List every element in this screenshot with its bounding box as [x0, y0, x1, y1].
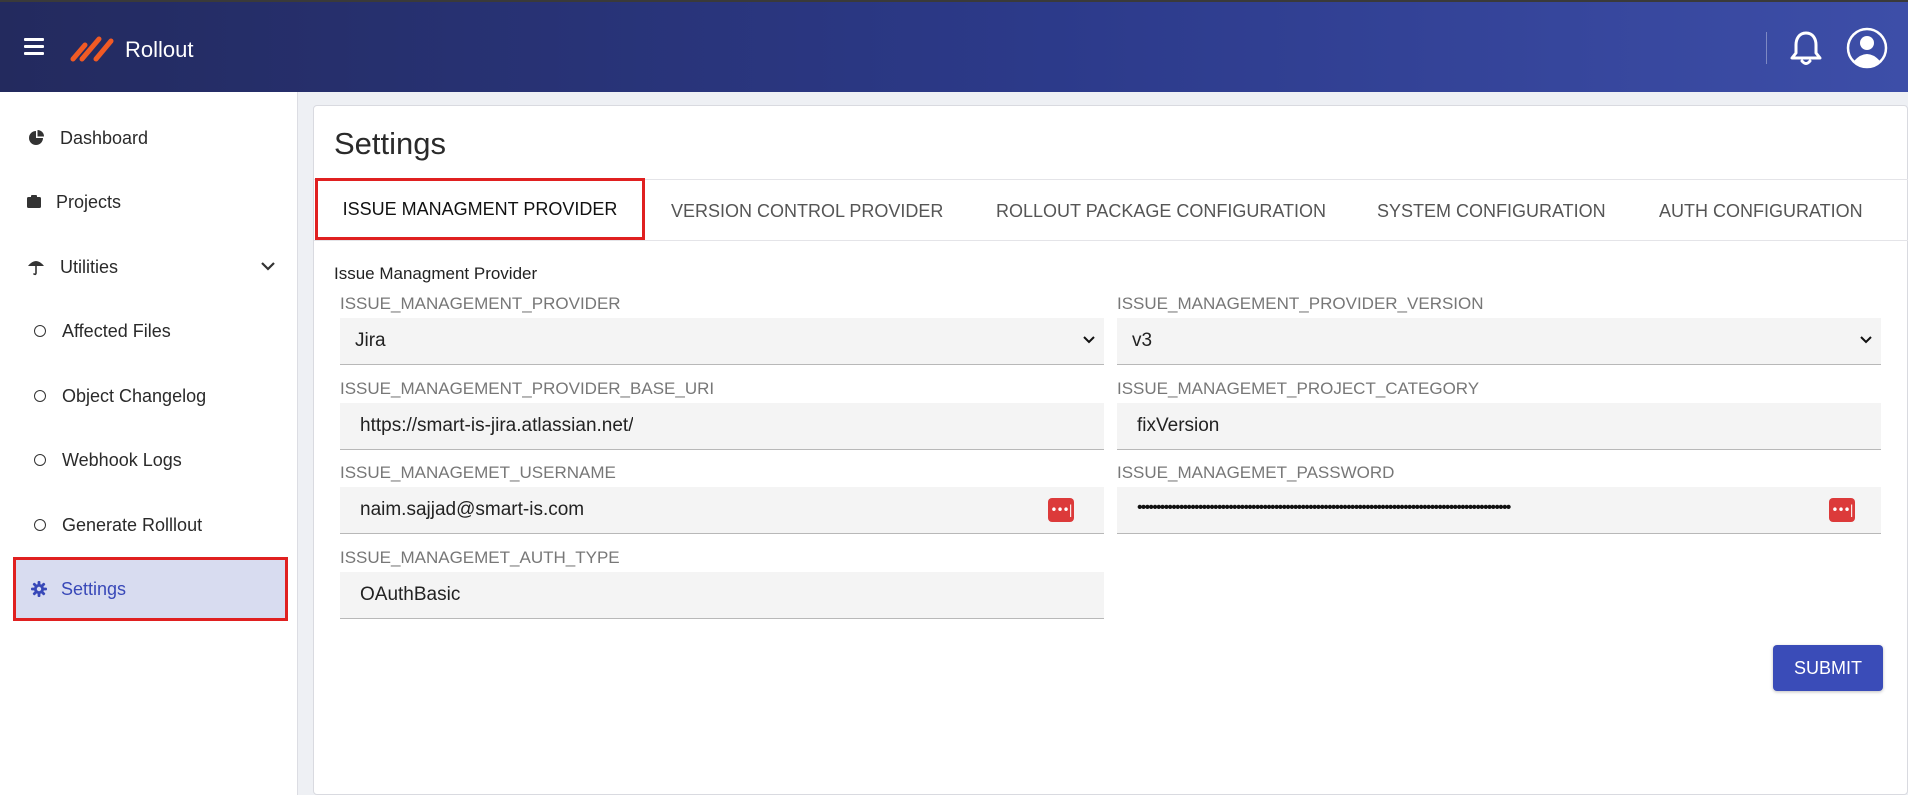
- username-field[interactable]: naim.sajjad@smart-is.com •••|: [340, 487, 1104, 534]
- user-avatar-icon[interactable]: [1846, 27, 1888, 69]
- gear-icon: [29, 579, 49, 599]
- sidebar-item-label: Affected Files: [62, 320, 171, 341]
- base-uri-label: ISSUE_MANAGEMENT_PROVIDER_BASE_URI: [340, 379, 715, 398]
- circle-icon: [30, 515, 50, 535]
- sidebar-item-dashboard[interactable]: Dashboard: [0, 113, 298, 163]
- circle-icon: [30, 450, 50, 470]
- auth-type-value: OAuthBasic: [360, 584, 461, 605]
- circle-icon: [30, 321, 50, 341]
- app-brand-name: Rollout: [125, 37, 194, 62]
- sidebar-item-settings[interactable]: Settings: [13, 557, 288, 621]
- provider-select[interactable]: Jira: [340, 318, 1104, 365]
- tab-auth-configuration[interactable]: AUTH CONFIGURATION: [1659, 180, 1863, 242]
- sidebar-item-label: Generate Rolllout: [62, 514, 203, 535]
- password-manager-icon[interactable]: •••|: [1829, 498, 1855, 522]
- auth-type-field[interactable]: OAuthBasic: [340, 572, 1104, 619]
- pie-chart-icon: [26, 128, 46, 148]
- page-title: Settings: [334, 126, 447, 161]
- base-uri-value: https://smart-is-jira.atlassian.net/: [360, 415, 634, 436]
- sidebar-item-projects[interactable]: Projects: [0, 177, 298, 227]
- chevron-down-icon[interactable]: [260, 260, 276, 272]
- hamburger-menu-icon[interactable]: [24, 38, 44, 56]
- sidebar-item-label: Dashboard: [60, 127, 149, 148]
- rollout-logo-icon: [70, 36, 114, 62]
- sidebar-item-generate-rollout[interactable]: Generate Rolllout: [0, 500, 298, 550]
- sidebar-item-object-changelog[interactable]: Object Changelog: [0, 371, 298, 421]
- password-value: ••••••••••••••••••••••••••••••••••••••••…: [1137, 499, 1511, 516]
- provider-version-select[interactable]: v3: [1117, 318, 1881, 365]
- sidebar-nav: Dashboard Projects Utilities Affected Fi…: [0, 92, 298, 795]
- topbar-divider: [1766, 32, 1767, 64]
- sidebar-item-label: Settings: [61, 578, 127, 599]
- sidebar-item-label: Utilities: [60, 256, 119, 277]
- provider-version-label: ISSUE_MANAGEMENT_PROVIDER_VERSION: [1117, 294, 1484, 313]
- project-category-value: fixVersion: [1137, 415, 1220, 436]
- provider-label: ISSUE_MANAGEMENT_PROVIDER: [340, 294, 621, 313]
- project-category-label: ISSUE_MANAGEMET_PROJECT_CATEGORY: [1117, 379, 1480, 398]
- sidebar-item-label: Object Changelog: [62, 385, 207, 406]
- sidebar-item-affected-files[interactable]: Affected Files: [0, 306, 298, 356]
- provider-value: Jira: [355, 330, 386, 351]
- password-manager-icon[interactable]: •••|: [1048, 498, 1074, 522]
- auth-type-label: ISSUE_MANAGEMET_AUTH_TYPE: [340, 548, 620, 567]
- tab-issue-management-provider[interactable]: ISSUE MANAGMENT PROVIDER: [315, 178, 645, 240]
- sidebar-item-webhook-logs[interactable]: Webhook Logs: [0, 435, 298, 485]
- password-label: ISSUE_MANAGEMET_PASSWORD: [1117, 463, 1395, 482]
- settings-card: Settings ISSUE MANAGMENT PROVIDER VERSIO…: [313, 105, 1908, 795]
- bell-icon[interactable]: [1786, 28, 1826, 68]
- tab-version-control-provider[interactable]: VERSION CONTROL PROVIDER: [671, 180, 943, 242]
- chevron-down-icon: [1083, 336, 1095, 344]
- umbrella-icon: [26, 257, 46, 277]
- password-field[interactable]: ••••••••••••••••••••••••••••••••••••••••…: [1117, 487, 1881, 534]
- project-category-field[interactable]: fixVersion: [1117, 403, 1881, 450]
- section-heading: Issue Managment Provider: [334, 264, 538, 283]
- settings-tabs: ISSUE MANAGMENT PROVIDER VERSION CONTROL…: [314, 178, 1908, 242]
- username-value: naim.sajjad@smart-is.com: [360, 499, 585, 520]
- top-app-bar: Rollout: [0, 0, 1908, 92]
- sidebar-item-utilities[interactable]: Utilities: [0, 242, 298, 292]
- base-uri-field[interactable]: https://smart-is-jira.atlassian.net/: [340, 403, 1104, 450]
- sidebar-item-label: Webhook Logs: [62, 449, 182, 470]
- username-label: ISSUE_MANAGEMET_USERNAME: [340, 463, 616, 482]
- circle-icon: [30, 386, 50, 406]
- submit-button[interactable]: SUBMIT: [1773, 645, 1883, 691]
- tab-rollout-package-configuration[interactable]: ROLLOUT PACKAGE CONFIGURATION: [996, 180, 1326, 242]
- folder-icon: [24, 192, 44, 212]
- tab-system-configuration[interactable]: SYSTEM CONFIGURATION: [1377, 180, 1606, 242]
- chevron-down-icon: [1860, 336, 1872, 344]
- sidebar-item-label: Projects: [56, 191, 122, 212]
- provider-version-value: v3: [1132, 330, 1153, 351]
